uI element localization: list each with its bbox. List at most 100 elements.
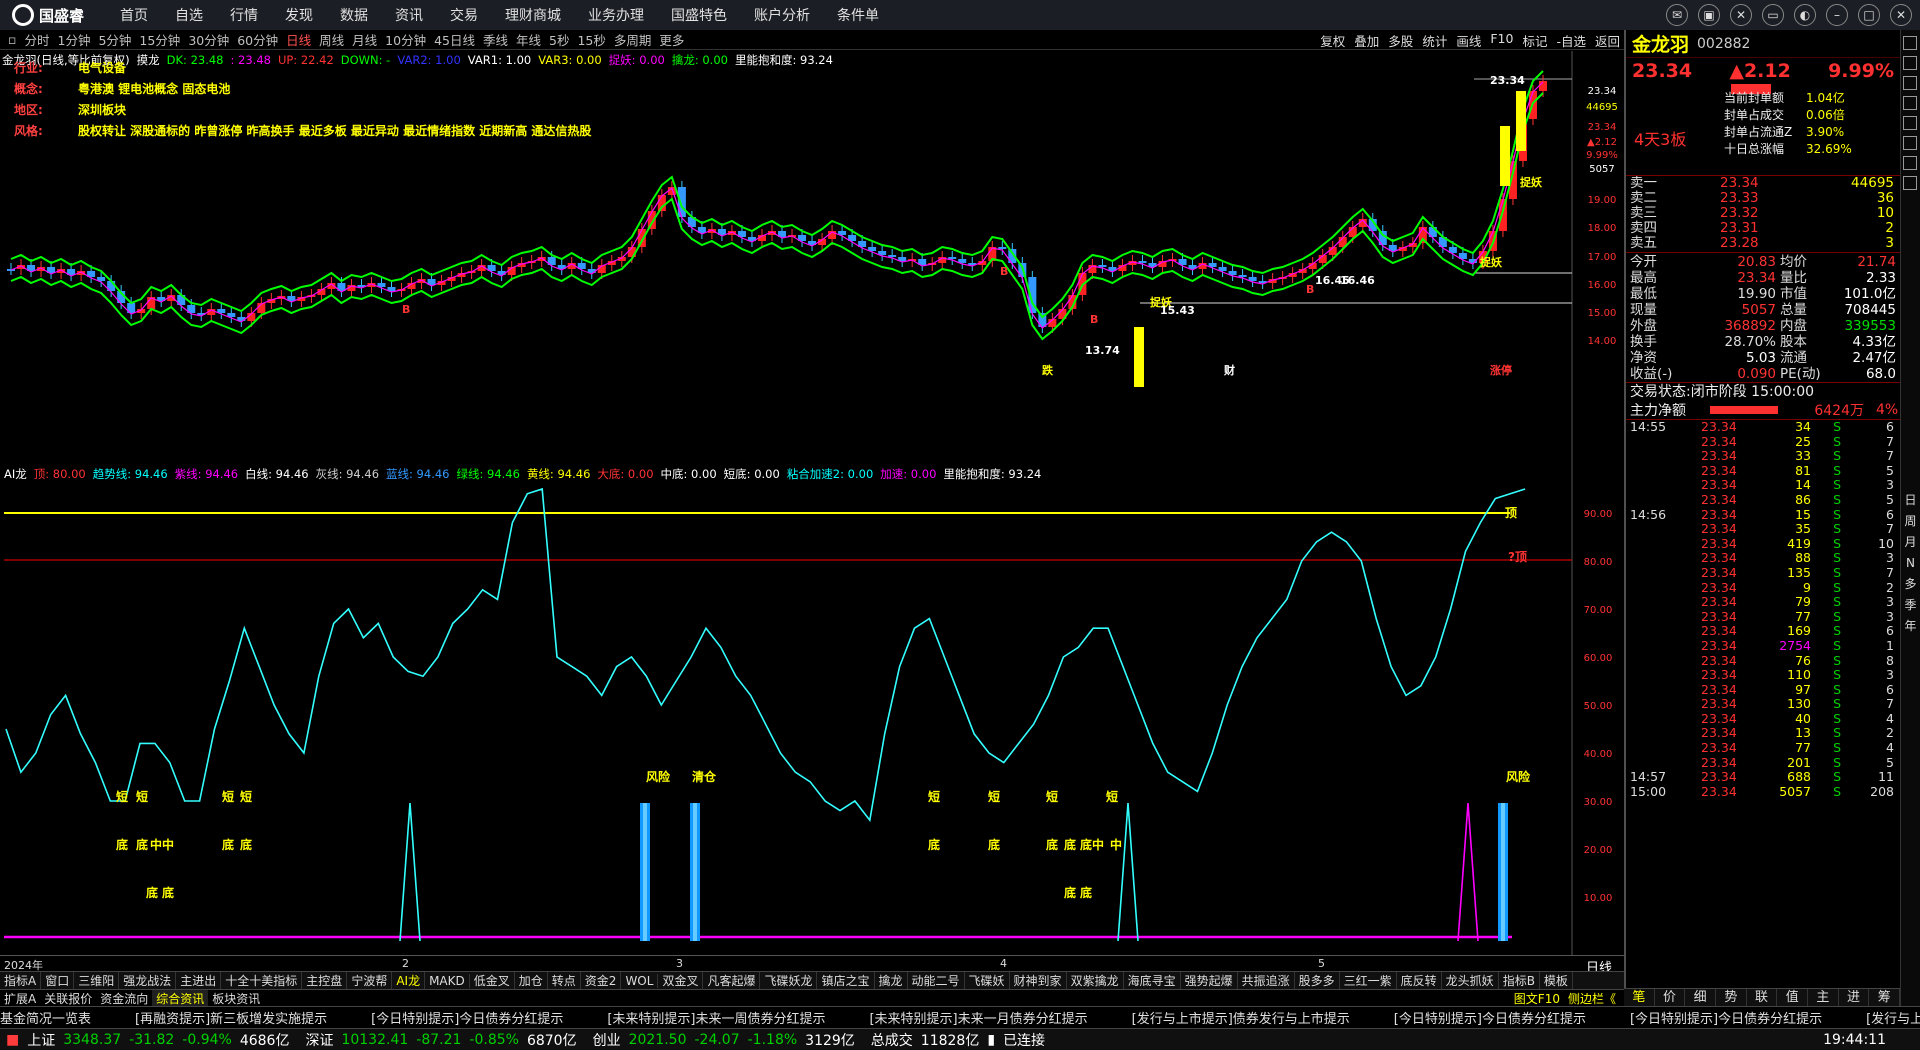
- indicator-tab-5[interactable]: 十全十美指标: [221, 972, 303, 989]
- ticker-item-3[interactable]: [未来特别提示]未来一周债券分红提示: [607, 1008, 825, 1027]
- indicator-tab-32[interactable]: 模板: [1540, 972, 1573, 989]
- sidebar-period-1[interactable]: 周: [1901, 511, 1920, 532]
- bottom-tab-0[interactable]: 扩展A: [0, 990, 40, 1007]
- period-0[interactable]: 分时: [24, 30, 49, 49]
- tick-list[interactable]: 14:55 23.34 34 S 6 23.34 25 S 7 23.34 33 S 7 23.34 81 S…: [1626, 419, 1900, 890]
- indicator-tab-3[interactable]: 强龙战法: [119, 972, 177, 989]
- indicator-tab-27[interactable]: 股多多: [1295, 972, 1340, 989]
- nav-4[interactable]: 数据: [340, 5, 368, 25]
- indicator-tab-18[interactable]: 镇店之宝: [817, 972, 875, 989]
- sidebar-tool-icon-4[interactable]: [1903, 116, 1917, 130]
- nav-5[interactable]: 资讯: [395, 5, 423, 25]
- period-10[interactable]: 45日线: [434, 30, 475, 49]
- quote-tab-8[interactable]: 筹: [1869, 989, 1901, 1006]
- nav-7[interactable]: 理财商城: [505, 5, 561, 25]
- indicator-tab-25[interactable]: 强势起爆: [1181, 972, 1238, 989]
- chart-tool-6[interactable]: 标记: [1522, 31, 1547, 50]
- period-12[interactable]: 年线: [516, 30, 541, 49]
- period-11[interactable]: 季线: [483, 30, 508, 49]
- sidebar-period-5[interactable]: 季: [1901, 595, 1920, 616]
- maximize-icon[interactable]: □: [1858, 4, 1880, 26]
- sidebar-tool-icon-7[interactable]: [1903, 176, 1917, 190]
- kline-chart-window[interactable]: 金龙羽(日线,等比前复权) 摸龙 DK: 23.48: 23.48 UP: 22.42…: [0, 51, 1624, 465]
- nav-6[interactable]: 交易: [450, 5, 478, 25]
- news-ticker[interactable]: 基金简况一览表 [再融资提示]新三板增发实施提示 [今日特别提示]今日债券分红提示 […: [0, 1006, 1920, 1028]
- period-14[interactable]: 15秒: [577, 30, 605, 49]
- sidebar-tool-icon-3[interactable]: [1903, 96, 1917, 110]
- period-1[interactable]: 1分钟: [58, 30, 91, 49]
- quote-tab-2[interactable]: 细: [1685, 989, 1717, 1006]
- nav-8[interactable]: 业务办理: [588, 5, 644, 25]
- indicator-tab-31[interactable]: 指标B: [1499, 972, 1540, 989]
- nav-9[interactable]: 国盛特色: [671, 5, 727, 25]
- sidebar-period-2[interactable]: 月: [1901, 532, 1920, 553]
- sidebar-period-4[interactable]: 多: [1901, 574, 1920, 595]
- ticker-item-5[interactable]: [发行与上市提示]债券发行与上市提示: [1132, 1008, 1350, 1027]
- nav-11[interactable]: 条件单: [837, 5, 879, 25]
- layout-toggle-icon[interactable]: ▫: [8, 32, 16, 47]
- bottom-right-1[interactable]: 侧边栏《: [1564, 992, 1620, 1006]
- nav-1[interactable]: 自选: [175, 5, 203, 25]
- theme-icon[interactable]: ◐: [1794, 4, 1816, 26]
- tools-icon[interactable]: ✕: [1730, 4, 1752, 26]
- bottom-right-0[interactable]: 图文F10: [1510, 992, 1564, 1006]
- indicator-tab-12[interactable]: 转点: [548, 972, 581, 989]
- indicator-tab-11[interactable]: 加仓: [515, 972, 548, 989]
- period-16[interactable]: 更多: [659, 30, 684, 49]
- indicator-tab-17[interactable]: 飞碟妖龙: [760, 972, 818, 989]
- period-9[interactable]: 10分钟: [385, 30, 426, 49]
- chart-tool-1[interactable]: 叠加: [1354, 31, 1379, 50]
- bottom-tab-4[interactable]: 板块资讯: [208, 990, 264, 1007]
- indicator-tab-26[interactable]: 共振追涨: [1238, 972, 1295, 989]
- period-4[interactable]: 30分钟: [188, 30, 229, 49]
- ticker-item-8[interactable]: [发行与上市提示]新股发行提示: [1866, 1008, 1920, 1027]
- sidebar-tool-icon-5[interactable]: [1903, 136, 1917, 150]
- period-3[interactable]: 15分钟: [139, 30, 180, 49]
- period-13[interactable]: 5秒: [549, 30, 569, 49]
- chat-icon[interactable]: ✉: [1666, 4, 1688, 26]
- indicator-tab-23[interactable]: 双紫擒龙: [1067, 972, 1124, 989]
- indicator-tab-21[interactable]: 飞碟妖: [965, 972, 1010, 989]
- quote-tab-5[interactable]: 值: [1777, 989, 1809, 1006]
- period-5[interactable]: 60分钟: [237, 30, 278, 49]
- chart-tool-0[interactable]: 复权: [1320, 31, 1345, 50]
- indicator-tab-24[interactable]: 海底寻宝: [1124, 972, 1181, 989]
- period-15[interactable]: 多周期: [614, 30, 652, 49]
- chart-tool-4[interactable]: 画线: [1456, 31, 1481, 50]
- indicator-tab-10[interactable]: 低金叉: [470, 972, 515, 989]
- indicator-tab-28[interactable]: 三红一紫: [1340, 972, 1397, 989]
- sidebar-period-6[interactable]: 年: [1901, 616, 1920, 637]
- bottom-tab-2[interactable]: 资金流向: [96, 990, 152, 1007]
- quote-tab-7[interactable]: 进: [1839, 989, 1870, 1006]
- indicator-tab-8[interactable]: AI龙: [392, 972, 426, 989]
- ticker-item-0[interactable]: 基金简况一览表: [0, 1008, 91, 1027]
- indicator-tab-19[interactable]: 擒龙: [875, 972, 908, 989]
- bottom-tab-3[interactable]: 综合资讯: [152, 989, 209, 1007]
- sidebar-tool-icon-1[interactable]: [1903, 56, 1917, 70]
- indicator-tab-0[interactable]: 指标A: [0, 972, 42, 989]
- indicator-tab-20[interactable]: 动能二号: [908, 972, 965, 989]
- mail-icon[interactable]: ▣: [1698, 4, 1720, 26]
- nav-2[interactable]: 行情: [230, 5, 258, 25]
- sidebar-tool-icon-2[interactable]: [1903, 76, 1917, 90]
- indicator-tab-13[interactable]: 资金2: [581, 972, 622, 989]
- indicator-tab-14[interactable]: WOL: [621, 973, 659, 988]
- nav-3[interactable]: 发现: [285, 5, 313, 25]
- ai-dragon-indicator-window[interactable]: AI龙 顶: 80.00 趋势线: 94.46 紫线: 94.46 白线: 94.46 灰…: [0, 465, 1624, 955]
- chart-tool-2[interactable]: 多股: [1388, 31, 1413, 50]
- ticker-item-1[interactable]: [再融资提示]新三板增发实施提示: [135, 1008, 327, 1027]
- layout-icon[interactable]: ▭: [1762, 4, 1784, 26]
- indicator-tab-4[interactable]: 主进出: [176, 972, 222, 989]
- sidebar-period-3[interactable]: N: [1901, 553, 1920, 574]
- indicator-tab-22[interactable]: 财神到家: [1010, 972, 1067, 989]
- ticker-item-4[interactable]: [未来特别提示]未来一月债券分红提示: [869, 1008, 1087, 1027]
- sidebar-period-0[interactable]: 日: [1901, 490, 1920, 511]
- indicator-tab-1[interactable]: 窗口: [41, 972, 75, 989]
- close-icon[interactable]: ✕: [1890, 4, 1912, 26]
- chart-tool-8[interactable]: 返回: [1595, 31, 1620, 50]
- ticker-item-6[interactable]: [今日特别提示]今日债券分红提示: [1394, 1008, 1586, 1027]
- indicator-tab-16[interactable]: 凡客起爆: [703, 972, 761, 989]
- sidebar-tool-icon-6[interactable]: [1903, 156, 1917, 170]
- indicator-tab-29[interactable]: 底反转: [1397, 972, 1442, 989]
- nav-0[interactable]: 首页: [120, 5, 148, 25]
